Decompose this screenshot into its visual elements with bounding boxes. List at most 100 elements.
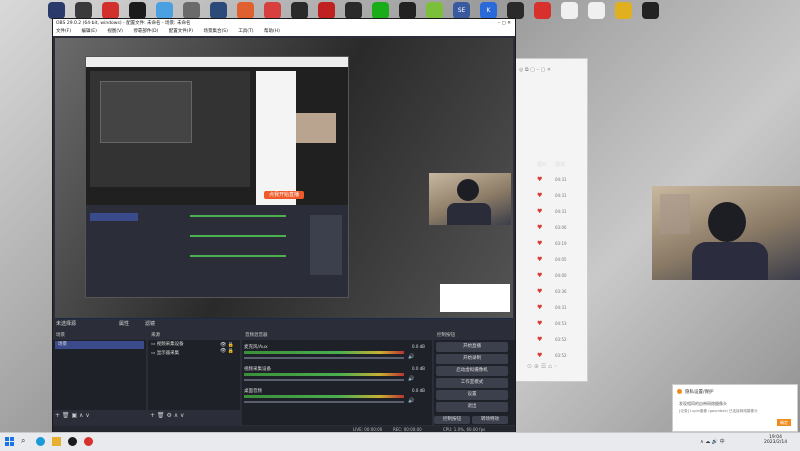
menu-view[interactable]: 视图(V) bbox=[107, 29, 123, 34]
scenes-controls[interactable]: + 🗑 ▣ ∧ ∨ bbox=[55, 412, 90, 419]
obs-window: OBS 29.0.2 (64-bit, windows) - 配置文件: 未命名… bbox=[52, 18, 516, 434]
search-icon[interactable]: ⌕ bbox=[21, 436, 25, 446]
nested-recursive-preview bbox=[90, 71, 250, 187]
desktop-app-icon[interactable]: SE bbox=[453, 2, 470, 19]
track-duration: 04:53 bbox=[555, 321, 567, 326]
obs-menu-bar: 文件(F) 编辑(E) 视图(V) 停靠部件(D) 配置文件(P) 场景集合(S… bbox=[53, 28, 515, 36]
like-heart-icon[interactable]: ♥ bbox=[537, 321, 542, 327]
nested-start-button[interactable]: 点我开始直播 bbox=[264, 191, 304, 199]
desktop-app-icon[interactable] bbox=[75, 2, 92, 19]
desktop-app-icon[interactable] bbox=[399, 2, 416, 19]
tab-controls[interactable]: 控制按钮 bbox=[434, 416, 470, 424]
control-button[interactable]: 退出 bbox=[436, 402, 508, 412]
no-source-label: 未选择源 bbox=[56, 321, 77, 327]
panel-window-controls[interactable]: ◎ ⧉ ▢ – ▢ ✕ bbox=[519, 67, 551, 73]
desktop-app-icon[interactable] bbox=[318, 2, 335, 19]
tray-icons[interactable]: ∧ ☁ 🔊 中 bbox=[700, 438, 725, 445]
col1-header: 图片 bbox=[537, 162, 548, 168]
menu-tools[interactable]: 工具(T) bbox=[238, 29, 253, 34]
desktop-app-icon[interactable] bbox=[534, 2, 551, 19]
edge-icon[interactable] bbox=[36, 437, 45, 446]
desktop-app-icon[interactable] bbox=[264, 2, 281, 19]
like-heart-icon[interactable]: ♥ bbox=[537, 225, 542, 231]
mute-icon[interactable]: 🔊 bbox=[408, 398, 414, 404]
desktop-app-icon[interactable] bbox=[237, 2, 254, 19]
music-taskbar-icon[interactable] bbox=[84, 437, 93, 446]
sources-header: 来源 bbox=[148, 331, 240, 340]
mixer-channel-name: 视频采集设备 bbox=[244, 367, 271, 372]
taskbar-clock[interactable]: 19:04 2023/2/14 bbox=[764, 435, 787, 445]
privacy-notification[interactable]: 隐私设置/保护 发现相同的自带网络摄像头 [记录] Lupin摄像 (gaumb… bbox=[672, 384, 798, 432]
mute-icon[interactable]: 🔊 bbox=[408, 376, 414, 382]
like-heart-icon[interactable]: ♥ bbox=[537, 177, 542, 183]
mixer-volume-slider[interactable] bbox=[244, 401, 404, 403]
window-controls[interactable]: – ▢ ✕ bbox=[498, 19, 511, 28]
desktop-app-icon[interactable]: K bbox=[480, 2, 497, 19]
like-heart-icon[interactable]: ♥ bbox=[537, 353, 542, 359]
menu-file[interactable]: 文件(F) bbox=[56, 29, 71, 34]
folder-icon[interactable] bbox=[52, 437, 61, 446]
properties-button[interactable]: 属性 bbox=[119, 320, 129, 327]
like-heart-icon[interactable]: ♥ bbox=[537, 305, 542, 311]
like-heart-icon[interactable]: ♥ bbox=[537, 289, 542, 295]
desktop-app-icon[interactable] bbox=[615, 2, 632, 19]
desktop-app-icon[interactable] bbox=[372, 2, 389, 19]
like-heart-icon[interactable]: ♥ bbox=[537, 193, 542, 199]
desktop-app-icon[interactable] bbox=[183, 2, 200, 19]
desktop-app-icon[interactable] bbox=[156, 2, 173, 19]
control-button[interactable]: 启动虚拟摄像机 bbox=[436, 366, 508, 376]
menu-help[interactable]: 帮助(H) bbox=[264, 29, 280, 34]
track-duration: 03:19 bbox=[555, 241, 567, 246]
source-camera-label: 视频采集设备 bbox=[156, 342, 184, 347]
desktop-app-icon[interactable] bbox=[426, 2, 443, 19]
control-button[interactable]: 工作室模式 bbox=[436, 378, 508, 388]
mixer-volume-slider[interactable] bbox=[244, 379, 404, 381]
tab-transitions[interactable]: 转场特效 bbox=[472, 416, 508, 424]
mixer-volume-slider[interactable] bbox=[244, 357, 404, 359]
desktop-app-icon[interactable] bbox=[102, 2, 119, 19]
desktop-app-icon[interactable] bbox=[210, 2, 227, 19]
mixer-panel: 麦克风/Aux 0.0 dB 🔊 视频采集设备 0.0 dB 🔊 桌面音频 0.0 dB 🔊 bbox=[242, 340, 432, 425]
menu-profile[interactable]: 配置文件(P) bbox=[169, 29, 193, 34]
control-button[interactable]: 开始直播 bbox=[436, 342, 508, 352]
desktop-app-icon[interactable] bbox=[129, 2, 146, 19]
windows-start-icon[interactable] bbox=[5, 437, 14, 446]
nested-side-panel bbox=[256, 71, 296, 211]
warning-icon bbox=[677, 389, 682, 394]
notification-ok-button[interactable]: 确定 bbox=[777, 419, 791, 426]
desktop-app-icon[interactable] bbox=[291, 2, 308, 19]
control-button[interactable]: 设置 bbox=[436, 390, 508, 400]
desktop-app-icon[interactable] bbox=[507, 2, 524, 19]
like-heart-icon[interactable]: ♥ bbox=[537, 257, 542, 263]
source-visibility-icons[interactable]: 👁 🔒 👁 🔒 bbox=[220, 342, 234, 354]
track-duration: 04:31 bbox=[555, 177, 567, 182]
menu-docks[interactable]: 停靠部件(D) bbox=[133, 29, 158, 34]
menu-scene-collection[interactable]: 场景集合(S) bbox=[203, 29, 227, 34]
like-heart-icon[interactable]: ♥ bbox=[537, 337, 542, 343]
panel-footer-icons[interactable]: ⊙ ⊕ ☰ ⌂ ◦ bbox=[527, 363, 557, 370]
mixer-level-meter bbox=[244, 351, 404, 354]
sources-controls[interactable]: + 🗑 ⚙ ∧ ∨ bbox=[150, 412, 184, 419]
sources-list: ▭ 视频采集设备 ▭ 显示器采集 👁 🔒 👁 🔒 bbox=[148, 340, 240, 410]
desktop-app-icon[interactable] bbox=[345, 2, 362, 19]
notification-line1: 发现相同的自带网络摄像头 bbox=[679, 401, 727, 406]
scene-item[interactable]: 场景 bbox=[55, 341, 144, 349]
desktop-app-icon[interactable] bbox=[588, 2, 605, 19]
like-heart-icon[interactable]: ♥ bbox=[537, 241, 542, 247]
notification-title: 隐私设置/保护 bbox=[685, 390, 714, 395]
obs-preview[interactable]: 点我开始直播 bbox=[55, 38, 513, 328]
webcam-window bbox=[652, 186, 800, 280]
controls-panel: 开始直播开始录制启动虚拟摄像机 工作室模式设置退出 控制按钮 转场特效 bbox=[434, 340, 515, 425]
obs-taskbar-icon[interactable] bbox=[68, 437, 77, 446]
filters-button[interactable]: 滤镜 bbox=[145, 320, 155, 327]
desktop-app-icon[interactable] bbox=[642, 2, 659, 19]
desktop-app-icon[interactable] bbox=[561, 2, 578, 19]
control-button[interactable]: 开始录制 bbox=[436, 354, 508, 364]
preview-webcam-source[interactable] bbox=[429, 173, 511, 225]
windows-taskbar: ⌕ ∧ ☁ 🔊 中 19:04 2023/2/14 bbox=[0, 432, 800, 451]
like-heart-icon[interactable]: ♥ bbox=[537, 209, 542, 215]
desktop-app-icon[interactable] bbox=[48, 2, 65, 19]
mute-icon[interactable]: 🔊 bbox=[408, 354, 414, 360]
menu-edit[interactable]: 编辑(E) bbox=[82, 29, 97, 34]
like-heart-icon[interactable]: ♥ bbox=[537, 273, 542, 279]
